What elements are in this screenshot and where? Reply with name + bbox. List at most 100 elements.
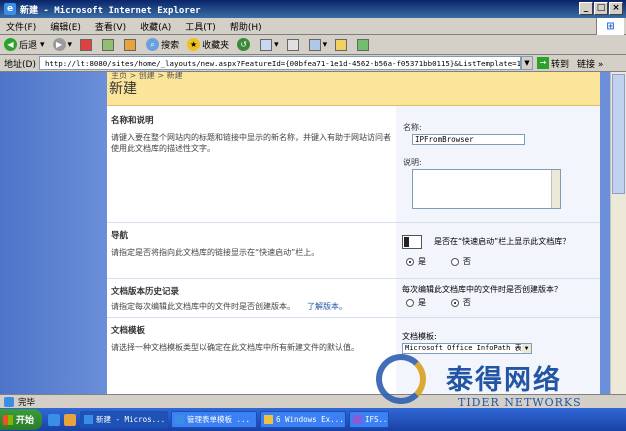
yes-label: 是 [418, 257, 426, 266]
no-label: 否 [462, 257, 471, 266]
name-section-text: 名称和说明 请键入要在整个网站内的标题和链接中显示的新名称，并键入有助于网站访问… [111, 114, 397, 154]
back-dropdown-icon[interactable]: ▾ [40, 40, 45, 50]
mail-icon [260, 38, 273, 51]
task-label: 管理表单模板 ... [187, 415, 251, 424]
learn-versions-link[interactable]: 了解版本。 [307, 302, 347, 311]
star-icon: ★ [187, 38, 201, 51]
version-section: 文档版本历史记录 请指定每次编辑此文档库中的文件时是否创建版本。 了解版本。 每次… [107, 279, 600, 317]
address-input[interactable]: http://lt:8080/sites/home/_layouts/new.a… [38, 56, 521, 70]
infopath-icon [353, 415, 362, 424]
home-icon [124, 38, 137, 51]
template-description: 请选择一种文档模板类型以确定在此文档库中所有新建文件的默认值。 [111, 343, 359, 352]
template-section-text: 文档模板 请选择一种文档模板类型以确定在此文档库中所有新建文件的默认值。 [111, 324, 397, 353]
refresh-button[interactable] [102, 38, 116, 51]
go-button[interactable]: → 转到 [536, 57, 569, 70]
go-label: 转到 [550, 59, 569, 70]
quick-launch-question: 是否在“快速启动”栏上显示此文档库？ [434, 237, 571, 246]
navigation-section: 导航 请指定是否将指向此文档库的链接显示在“快速启动”栏上。 是否在“快速启动”… [107, 223, 600, 278]
textarea-scrollbar[interactable] [551, 170, 560, 208]
version-question: 每次编辑此文档库中的文件时是否创建版本？ [402, 285, 562, 294]
print-button[interactable] [286, 38, 301, 51]
search-label: 搜索 [161, 41, 180, 51]
version-heading: 文档版本历史记录 [111, 287, 180, 297]
close-button[interactable]: × [609, 2, 623, 15]
quick-launch-no-radio[interactable]: 否 [450, 256, 471, 267]
discuss-button[interactable] [335, 38, 349, 51]
ie-icon [175, 415, 184, 424]
right-margin-panel [600, 72, 610, 394]
refresh-icon [102, 38, 115, 51]
mail-dropdown-icon[interactable]: ▾ [274, 40, 279, 50]
description-textarea[interactable] [412, 169, 561, 209]
edit-button[interactable]: ▾ [308, 38, 328, 51]
radio-dot [406, 257, 414, 266]
quick-launch-desktop-icon[interactable] [64, 413, 76, 426]
radio-dot [406, 298, 414, 307]
start-button[interactable]: 开始 [0, 409, 42, 430]
name-label: 名称: [403, 123, 422, 132]
navigation-heading: 导航 [111, 231, 129, 241]
address-bar: 地址(D) http://lt:8080/sites/home/_layouts… [0, 55, 626, 72]
taskbar-item-new[interactable]: 新建 - Micros... [80, 411, 168, 428]
ie-icon: e [4, 3, 16, 15]
menu-favorites[interactable]: 收藏(A) [140, 20, 171, 33]
search-button[interactable]: ⌕ 搜索 [146, 38, 179, 51]
menu-view[interactable]: 查看(V) [95, 20, 126, 33]
ie-icon [84, 415, 93, 424]
favorites-label: 收藏夹 [202, 41, 230, 51]
version-description-line: 请指定每次编辑此文档库中的文件时是否创建版本。 了解版本。 [111, 301, 397, 312]
quick-launch-icon [402, 235, 422, 249]
taskbar-item-windows-explorer[interactable]: 6 Windows Ex... [260, 411, 346, 428]
version-yes-radio[interactable]: 是 [406, 297, 426, 308]
name-section-heading: 名称和说明 [111, 116, 154, 126]
address-dropdown-icon[interactable]: ▼ [520, 56, 533, 70]
menu-help[interactable]: 帮助(H) [230, 20, 262, 33]
quick-launch-yes-radio[interactable]: 是 [406, 256, 426, 267]
folder-icon [264, 415, 273, 424]
description-label: 说明: [403, 158, 422, 167]
watermark-english: TIDER NETWORKS [458, 396, 582, 409]
history-button[interactable]: ↺ [237, 38, 252, 51]
menu-file[interactable]: 文件(F) [6, 20, 36, 33]
page-title: 新建 [109, 81, 137, 97]
watermark: 泰得网络 TIDER NETWORKS [368, 350, 626, 422]
scrollbar-thumb[interactable] [612, 74, 625, 194]
minimize-button[interactable]: _ [579, 2, 593, 15]
edit-dropdown-icon[interactable]: ▾ [323, 40, 328, 50]
name-input[interactable]: IPFromBrowser [412, 134, 525, 145]
forward-button[interactable]: ▶ ▾ [52, 38, 73, 51]
links-button[interactable]: 链接 » [577, 57, 603, 70]
task-label: 新建 - Micros... [96, 415, 166, 424]
radio-dot [450, 298, 459, 307]
stop-button[interactable] [80, 38, 94, 51]
watermark-chinese: 泰得网络 [446, 365, 562, 396]
address-url: http://lt:8080/sites/home/_layouts/new.a… [44, 58, 521, 68]
taskbar-item-manage-forms[interactable]: 管理表单模板 ... [171, 411, 257, 428]
back-label: 后退 [19, 41, 38, 51]
quick-launch-ie-icon[interactable] [48, 413, 60, 426]
windows-flag-icon [3, 414, 13, 425]
messenger-button[interactable] [357, 38, 371, 51]
back-arrow-icon: ◀ [4, 38, 17, 51]
favorites-button[interactable]: ★ 收藏夹 [187, 38, 229, 51]
forward-dropdown-icon[interactable]: ▾ [68, 40, 73, 50]
back-button[interactable]: ◀ 后退 ▾ [4, 38, 45, 51]
window-title-bar[interactable]: e 新建 - Microsoft Internet Explorer _ □ × [0, 0, 626, 18]
mail-button[interactable]: ▾ [260, 38, 279, 51]
vertical-scrollbar[interactable] [610, 72, 626, 394]
go-arrow-icon: → [536, 57, 549, 69]
home-button[interactable] [124, 38, 138, 51]
version-section-text: 文档版本历史记录 请指定每次编辑此文档库中的文件时是否创建版本。 了解版本。 [111, 285, 397, 312]
menu-edit[interactable]: 编辑(E) [50, 20, 81, 33]
status-text: 完毕 [18, 397, 36, 408]
address-label: 地址(D) [4, 59, 36, 70]
version-no-radio[interactable]: 否 [450, 297, 471, 308]
print-icon [286, 38, 299, 51]
left-navigation-panel [0, 72, 107, 394]
forward-arrow-icon: ▶ [52, 38, 66, 51]
maximize-button[interactable]: □ [594, 2, 608, 15]
menu-tools[interactable]: 工具(T) [185, 20, 216, 33]
standard-toolbar: ◀ 后退 ▾ ▶ ▾ ⌕ 搜索 ★ 收藏夹 ↺ ▾ ▾ [0, 35, 626, 55]
navigation-fields: 是否在“快速启动”栏上显示此文档库？ 是 否 [396, 223, 600, 278]
messenger-icon [357, 38, 370, 51]
